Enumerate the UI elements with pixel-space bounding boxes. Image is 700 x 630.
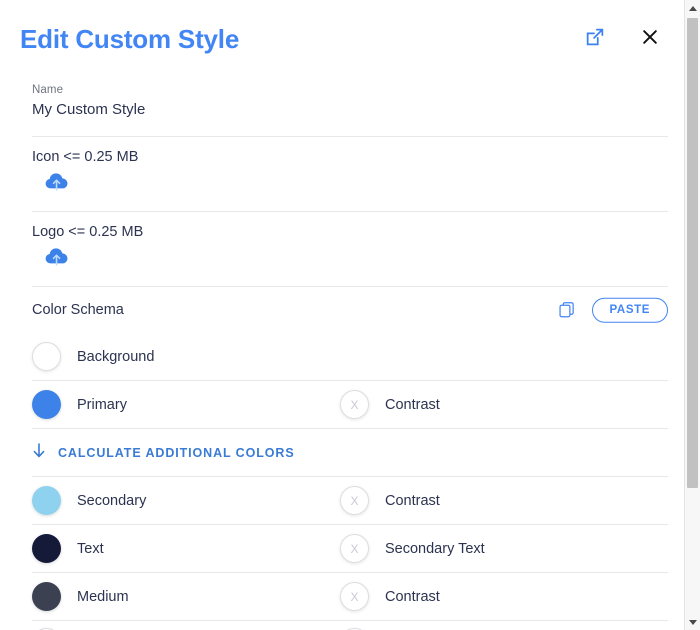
edit-custom-style-dialog: Edit Custom Style Name My Custom Style I… [0,0,700,630]
dialog-content: Edit Custom Style Name My Custom Style I… [0,0,684,630]
color-swatch-background[interactable]: Background [32,342,154,371]
arrow-down-icon [32,443,46,462]
color-schema-header: Color Schema PASTE [0,287,684,333]
logo-upload-section: Logo <= 0.25 MB [0,212,684,286]
swatch: X [340,486,369,515]
cloud-upload-icon[interactable] [44,171,70,193]
name-field-label: Name [32,84,64,96]
color-swatch-secondary-contrast[interactable]: X Contrast [340,486,440,515]
color-schema-actions: PASTE [558,297,668,323]
color-row-primary: Primary X Contrast [0,381,684,428]
copy-icon[interactable] [558,301,576,319]
color-swatch-primary-contrast[interactable]: X Contrast [340,390,440,419]
swatch [32,390,61,419]
swatch [32,342,61,371]
color-row-secondary: Secondary X Contrast [0,477,684,524]
calculate-additional-colors-label: CALCULATE ADDITIONAL COLORS [58,445,295,460]
color-label: Background [77,348,155,365]
color-row-text: Text X Secondary Text [0,525,684,572]
logo-upload-label: Logo <= 0.25 MB [32,224,144,240]
swatch: X [340,582,369,611]
paste-button[interactable]: PASTE [591,297,668,323]
color-label: Secondary [77,492,147,509]
calculate-additional-colors-button[interactable]: CALCULATE ADDITIONAL COLORS [32,443,295,462]
scroll-up-arrow-icon[interactable] [685,0,700,16]
color-row-medium: Medium X Contrast [0,573,684,620]
color-swatch-medium[interactable]: Medium [32,582,129,611]
color-label: Contrast [385,396,440,413]
color-label: Primary [77,396,127,413]
name-field[interactable]: Name My Custom Style [0,78,684,136]
color-schema-title: Color Schema [32,302,124,318]
name-field-value: My Custom Style [32,101,146,118]
color-label: Medium [77,588,129,605]
scrollbar-thumb[interactable] [687,18,698,488]
color-swatch-primary[interactable]: Primary [32,390,127,419]
color-row-background: Background [0,333,684,380]
swatch: X [340,390,369,419]
color-label: Text [77,540,104,557]
color-label: Secondary Text [385,540,485,557]
color-label: Contrast [385,492,440,509]
color-swatch-secondary[interactable]: Secondary [32,486,146,515]
close-icon[interactable] [640,27,660,47]
icon-upload-label: Icon <= 0.25 MB [32,149,139,165]
dialog-header: Edit Custom Style [0,0,684,78]
swatch [32,534,61,563]
external-link-icon[interactable] [584,26,606,48]
color-swatch-medium-contrast[interactable]: X Contrast [340,582,440,611]
swatch [32,486,61,515]
vertical-scrollbar[interactable] [684,0,700,630]
swatch [32,582,61,611]
header-actions [584,26,660,48]
color-swatch-text[interactable]: Text [32,534,104,563]
color-row-clipped [0,621,684,630]
swatch: X [340,534,369,563]
cloud-upload-icon[interactable] [44,246,70,268]
color-swatch-secondary-text[interactable]: X Secondary Text [340,534,485,563]
icon-upload-section: Icon <= 0.25 MB [0,137,684,211]
calculate-additional-colors-row: CALCULATE ADDITIONAL COLORS [0,429,684,476]
color-label: Contrast [385,588,440,605]
page-title: Edit Custom Style [20,24,240,54]
scroll-down-arrow-icon[interactable] [685,614,700,630]
